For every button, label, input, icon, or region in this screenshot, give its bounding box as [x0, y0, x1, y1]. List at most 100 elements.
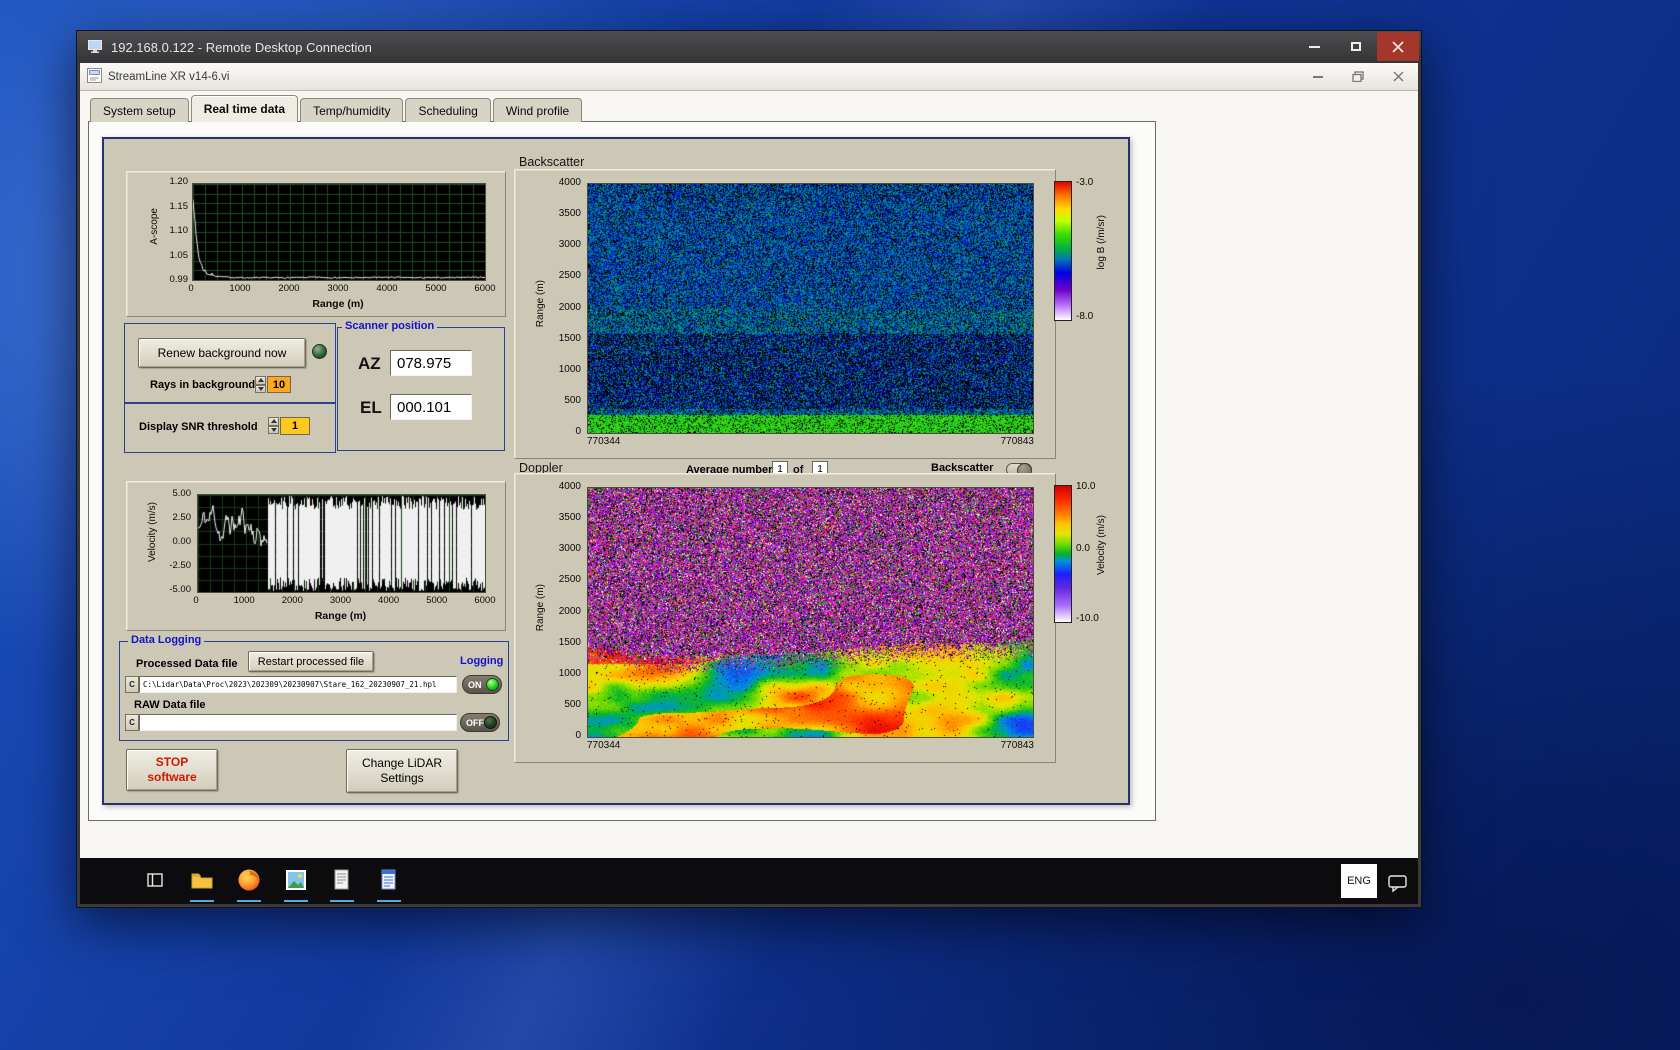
- photos-button[interactable]: [283, 867, 309, 893]
- minimize-icon: [1313, 76, 1323, 78]
- ascope-x-ticks: 0 1000 2000 3000 4000 5000 6000: [174, 284, 502, 294]
- backscatter-title: Backscatter: [519, 155, 584, 169]
- velocity-y-ticks: 5.00 2.50 0.00 -2.50 -5.00: [159, 489, 191, 595]
- y-tick: 1.10: [170, 226, 189, 236]
- firefox-icon: [237, 868, 261, 892]
- raw-path-field[interactable]: [139, 714, 457, 731]
- y-tick: 4000: [559, 482, 581, 492]
- snr-spinner[interactable]: [268, 417, 279, 434]
- firefox-button[interactable]: [236, 867, 262, 893]
- y-tick: 2000: [559, 303, 581, 313]
- running-indicator: [330, 900, 354, 902]
- stop-line2: software: [147, 770, 196, 785]
- colorbar-unit-label: log B (/m/sr): [1096, 215, 1107, 269]
- x-tick: 1000: [227, 596, 261, 606]
- rays-spinner[interactable]: [255, 376, 266, 393]
- y-tick: 5.00: [173, 489, 192, 499]
- doppler-colorbar: 10.0 0.0 -10.0 Velocity (m/s): [1054, 481, 1126, 633]
- raw-data-file-label: RAW Data file: [134, 699, 206, 711]
- x-tick: 6000: [468, 596, 502, 606]
- backscatter-y-axis-label: Range (m): [535, 280, 546, 327]
- rays-in-background-value[interactable]: 10: [267, 376, 291, 393]
- raw-path-drive-button[interactable]: C: [125, 714, 139, 731]
- app-window: StreamLine XR v14-6.vi System setup: [80, 63, 1418, 860]
- spinner-up-icon: [258, 378, 264, 382]
- tab-temp-humidity[interactable]: Temp/humidity: [300, 98, 403, 122]
- x-tick: 3000: [321, 284, 355, 294]
- ascope-y-ticks: 1.20 1.15 1.10 1.05 0.99: [158, 177, 188, 285]
- change-lidar-settings-button[interactable]: Change LiDAR Settings: [346, 749, 458, 793]
- rdp-close-button[interactable]: [1377, 32, 1419, 61]
- azimuth-label: AZ: [358, 354, 381, 374]
- app-titlebar[interactable]: StreamLine XR v14-6.vi: [80, 63, 1418, 91]
- language-indicator[interactable]: ENG: [1341, 864, 1377, 898]
- processed-path-drive-button[interactable]: C: [125, 676, 139, 693]
- colorbar-gradient: [1054, 485, 1072, 623]
- rdp-titlebar[interactable]: 192.168.0.122 - Remote Desktop Connectio…: [77, 31, 1421, 63]
- snr-threshold-box: Display SNR threshold 1: [124, 403, 336, 453]
- spinner-down-icon: [271, 428, 277, 432]
- stop-line1: STOP: [156, 755, 188, 770]
- chat-bubble-icon: [1387, 873, 1409, 893]
- raw-logging-toggle[interactable]: OFF: [460, 713, 500, 732]
- renew-background-button[interactable]: Renew background now: [138, 338, 306, 368]
- background-controls-box: Renew background now Rays in background …: [124, 323, 336, 403]
- azimuth-value: 078.975: [390, 350, 472, 376]
- running-indicator: [237, 900, 261, 902]
- scan-scheduler-button[interactable]: [329, 867, 355, 893]
- rdp-maximize-button[interactable]: [1335, 32, 1377, 61]
- doppler-y-ticks: 4000 3500 3000 2500 2000 1500 1000 500 0: [553, 482, 581, 741]
- vi-icon: [87, 68, 102, 86]
- y-tick: 2500: [559, 575, 581, 585]
- photos-icon: [285, 869, 307, 891]
- y-tick: 1500: [559, 334, 581, 344]
- x-tick: 2000: [275, 596, 309, 606]
- close-icon: [1393, 71, 1404, 82]
- x-tick: 0: [179, 596, 213, 606]
- processed-logging-toggle[interactable]: ON: [462, 675, 502, 694]
- rays-in-background-label: Rays in background: [150, 379, 255, 391]
- app-minimize-button[interactable]: [1298, 64, 1338, 90]
- taskbar: ENG: [80, 858, 1418, 904]
- desktop: 192.168.0.122 - Remote Desktop Connectio…: [0, 0, 1680, 1050]
- main-panel: A-scope 1.20 1.15 1.10 1.05 0.99 0: [102, 137, 1130, 805]
- notification-button[interactable]: [1385, 870, 1411, 896]
- app-restore-button[interactable]: [1338, 64, 1378, 90]
- schedule-app-button[interactable]: [376, 867, 402, 893]
- app-title: StreamLine XR v14-6.vi: [108, 71, 229, 83]
- y-tick: 1.05: [170, 251, 189, 261]
- tab-system-setup[interactable]: System setup: [90, 98, 189, 122]
- scanner-position-title: Scanner position: [342, 320, 437, 333]
- task-view-icon: [145, 870, 165, 890]
- x-tick: 5000: [419, 284, 453, 294]
- scanner-position-box: Scanner position AZ 078.975 EL 000.101: [337, 327, 505, 451]
- backscatter-heatmap: [587, 183, 1034, 434]
- stop-software-button[interactable]: STOP software: [126, 749, 218, 791]
- x-tick: 2000: [272, 284, 306, 294]
- tab-scheduling[interactable]: Scheduling: [405, 98, 490, 122]
- colorbar-mid: 0.0: [1076, 543, 1090, 554]
- backscatter-y-ticks: 4000 3500 3000 2500 2000 1500 1000 500 0: [553, 178, 581, 437]
- spinner-down-icon: [258, 387, 264, 391]
- velocity-plot: [197, 494, 486, 593]
- tab-real-time-data[interactable]: Real time data: [191, 95, 298, 122]
- colorbar-max: -3.0: [1076, 177, 1093, 188]
- x-tick: 4000: [372, 596, 406, 606]
- processed-path-field[interactable]: C:\Lidar\Data\Proc\2023\202309\20230907\…: [139, 676, 457, 693]
- snr-threshold-value[interactable]: 1: [280, 417, 310, 435]
- colorbar-max: 10.0: [1076, 481, 1095, 492]
- elevation-value: 000.101: [390, 394, 472, 420]
- y-tick: 0.00: [173, 537, 192, 547]
- rdp-minimize-button[interactable]: [1293, 32, 1335, 61]
- running-indicator: [284, 900, 308, 902]
- velocity-graph: Velocity (m/s) 5.00 2.50 0.00 -2.50 -5.0…: [126, 481, 506, 631]
- restart-processed-file-button[interactable]: Restart processed file: [248, 651, 374, 672]
- y-tick: 0: [575, 427, 581, 437]
- app-close-button[interactable]: [1378, 64, 1418, 90]
- y-tick: 1.15: [170, 202, 189, 212]
- file-explorer-button[interactable]: [189, 867, 215, 893]
- task-view-button[interactable]: [142, 867, 168, 893]
- tab-wind-profile[interactable]: Wind profile: [493, 98, 582, 122]
- backscatter-graph: Range (m) 4000 3500 3000 2500 2000 1500 …: [514, 169, 1056, 459]
- x-tick-start: 770344: [587, 437, 620, 447]
